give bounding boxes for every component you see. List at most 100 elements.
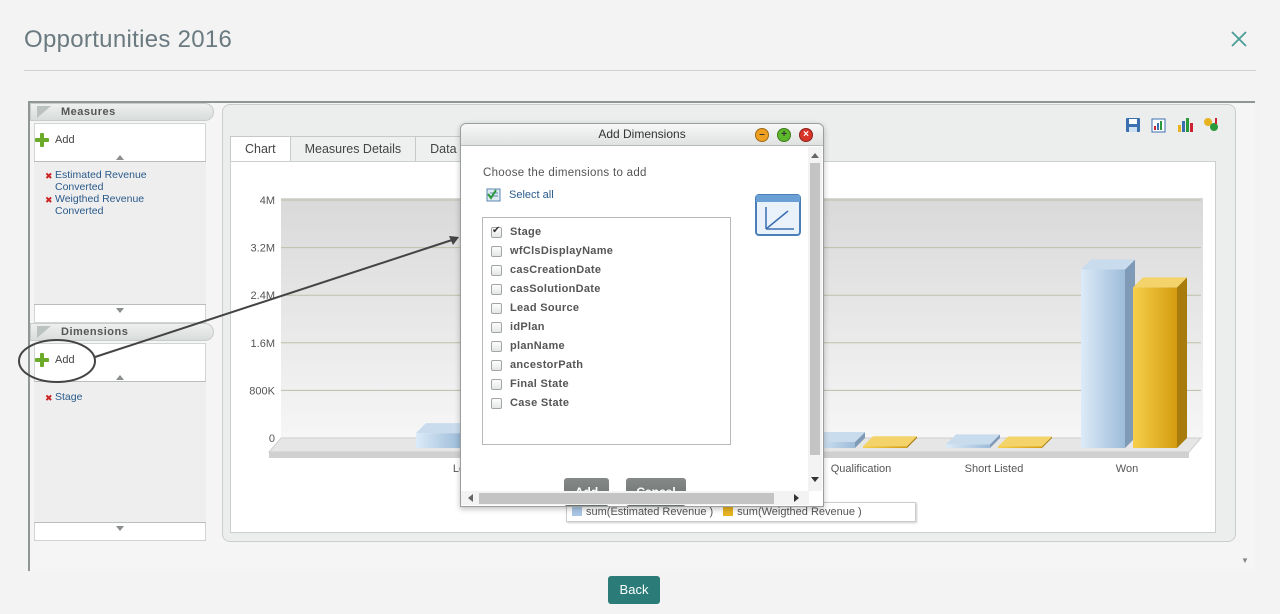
save-icon[interactable] bbox=[1124, 116, 1142, 134]
list-item[interactable]: ✖ Estimated Revenue Converted bbox=[45, 169, 195, 193]
legend-item: sum(Weigthed Revenue ) bbox=[723, 506, 862, 518]
checkbox[interactable] bbox=[491, 397, 502, 409]
measures-list: ✖ Estimated Revenue Converted ✖ Weigthed… bbox=[34, 161, 206, 305]
chart-type-icon[interactable] bbox=[1176, 116, 1194, 134]
maximize-icon[interactable]: + bbox=[777, 128, 791, 142]
remove-icon[interactable]: ✖ bbox=[45, 392, 53, 404]
y-tick-label: 0 bbox=[269, 433, 275, 445]
legend-swatch bbox=[572, 506, 582, 516]
scroll-down-icon[interactable]: ▼ bbox=[1241, 556, 1249, 565]
checkbox[interactable] bbox=[491, 340, 502, 352]
scrollbar-thumb[interactable] bbox=[479, 493, 774, 504]
dimension-option[interactable]: wfClsDisplayName bbox=[491, 245, 613, 257]
minimize-icon[interactable]: – bbox=[755, 128, 769, 142]
chart-toolbar bbox=[1124, 116, 1220, 134]
dialog-vertical-scrollbar[interactable] bbox=[808, 147, 822, 491]
y-tick-label: 1.6M bbox=[251, 338, 275, 350]
add-measure-button[interactable]: Add bbox=[35, 133, 75, 147]
y-tick-label: 4M bbox=[260, 195, 275, 207]
list-item[interactable]: ✖ Stage bbox=[45, 391, 195, 403]
dimension-option-label: Final State bbox=[510, 378, 569, 390]
checkbox[interactable] bbox=[491, 264, 502, 276]
dimension-option[interactable]: Stage bbox=[491, 225, 542, 238]
legend-swatch bbox=[723, 506, 734, 516]
legend-label: sum(Estimated Revenue ) bbox=[586, 506, 714, 518]
bar-weigthed bbox=[998, 446, 1042, 448]
tab-measures-details[interactable]: Measures Details bbox=[289, 136, 417, 162]
bar-weigthed bbox=[1133, 287, 1177, 448]
bar-estimated bbox=[1081, 269, 1125, 448]
dimension-option[interactable]: casCreationDate bbox=[491, 264, 601, 276]
remove-icon[interactable]: ✖ bbox=[45, 170, 53, 182]
checkbox[interactable] bbox=[491, 378, 502, 390]
dimension-option[interactable]: planName bbox=[491, 340, 565, 352]
dimension-option-label: Stage bbox=[510, 226, 542, 238]
checkbox[interactable] bbox=[491, 321, 502, 333]
checkbox[interactable] bbox=[491, 302, 502, 314]
scroll-up-icon[interactable] bbox=[116, 375, 124, 380]
dimension-option[interactable]: casSolutionDate bbox=[491, 283, 601, 295]
dialog-content: Choose the dimensions to add Select all … bbox=[461, 147, 809, 506]
scroll-down-icon[interactable] bbox=[116, 526, 124, 531]
dialog-titlebar[interactable]: Add Dimensions – + × bbox=[461, 124, 823, 146]
checkbox[interactable] bbox=[491, 283, 502, 295]
dimension-option-label: planName bbox=[510, 340, 565, 352]
add-dimensions-dialog: Add Dimensions – + × Choose the dimensio… bbox=[460, 123, 824, 507]
scroll-up-icon[interactable] bbox=[811, 153, 819, 158]
list-item[interactable]: ✖ Weigthed Revenue Converted bbox=[45, 193, 195, 217]
settings-chart-icon[interactable] bbox=[1202, 116, 1220, 134]
bar-weigthed-side bbox=[1177, 277, 1187, 448]
dimensions-header: Dimensions bbox=[30, 323, 214, 341]
bar-weigthed bbox=[863, 446, 907, 448]
chart-tabs: Chart Measures Details Data bbox=[230, 136, 472, 163]
dimension-options-list: Stage wfClsDisplayName casCreationDate casS… bbox=[482, 217, 731, 445]
scroll-down-icon[interactable] bbox=[116, 308, 124, 313]
dimension-option-label: wfClsDisplayName bbox=[510, 245, 614, 257]
scroll-up-icon[interactable] bbox=[116, 155, 124, 160]
modal-title: Opportunities 2016 bbox=[24, 26, 233, 53]
plus-icon bbox=[35, 133, 49, 147]
dimension-label: Stage bbox=[55, 391, 83, 403]
add-measure-label: Add bbox=[55, 134, 75, 146]
add-dimension-label: Add bbox=[55, 354, 75, 366]
dimension-option-label: casSolutionDate bbox=[510, 283, 601, 295]
x-tick-label: Won bbox=[1116, 463, 1138, 475]
dimension-option[interactable]: Lead Source bbox=[491, 302, 579, 314]
dialog-title: Add Dimensions bbox=[598, 127, 686, 141]
bar-estimated bbox=[946, 444, 990, 448]
dimension-option-label: Lead Source bbox=[510, 302, 580, 314]
dialog-horizontal-scrollbar[interactable] bbox=[461, 491, 809, 505]
select-all-label: Select all bbox=[509, 189, 554, 201]
choose-dimensions-text: Choose the dimensions to add bbox=[483, 167, 647, 179]
checkbox[interactable] bbox=[491, 225, 502, 238]
legend-label: sum(Weigthed Revenue ) bbox=[737, 506, 862, 518]
select-all-button[interactable]: Select all bbox=[486, 188, 554, 202]
y-tick-label: 2.4M bbox=[251, 290, 275, 302]
export-chart-icon[interactable] bbox=[1150, 116, 1168, 134]
scroll-right-icon[interactable] bbox=[794, 494, 799, 502]
scrollbar-thumb[interactable] bbox=[810, 163, 820, 455]
select-all-icon bbox=[486, 188, 501, 202]
checkbox[interactable] bbox=[491, 245, 502, 257]
tab-chart[interactable]: Chart bbox=[230, 136, 291, 163]
remove-icon[interactable]: ✖ bbox=[45, 194, 53, 206]
dimension-option[interactable]: ancestorPath bbox=[491, 359, 583, 371]
dimension-option[interactable]: Final State bbox=[491, 378, 569, 390]
dimensions-graphic-icon bbox=[755, 194, 801, 236]
measures-header: Measures bbox=[30, 103, 214, 121]
plus-icon bbox=[35, 353, 49, 367]
checkbox[interactable] bbox=[491, 359, 502, 371]
scroll-left-icon[interactable] bbox=[468, 494, 473, 502]
back-button[interactable]: Back bbox=[608, 576, 660, 604]
x-tick-label: Qualification bbox=[831, 463, 892, 475]
close-icon[interactable] bbox=[1228, 28, 1250, 50]
measure-label: Weigthed Revenue Converted bbox=[55, 193, 145, 217]
dimension-option[interactable]: idPlan bbox=[491, 321, 545, 333]
dimension-option-label: idPlan bbox=[510, 321, 545, 333]
scroll-down-icon[interactable] bbox=[811, 477, 819, 482]
add-dimension-button[interactable]: Add bbox=[35, 353, 75, 367]
y-tick-label: 800K bbox=[249, 385, 275, 397]
bar-estimated bbox=[416, 433, 460, 448]
dimension-option[interactable]: Case State bbox=[491, 397, 569, 409]
close-dialog-icon[interactable]: × bbox=[799, 128, 813, 142]
